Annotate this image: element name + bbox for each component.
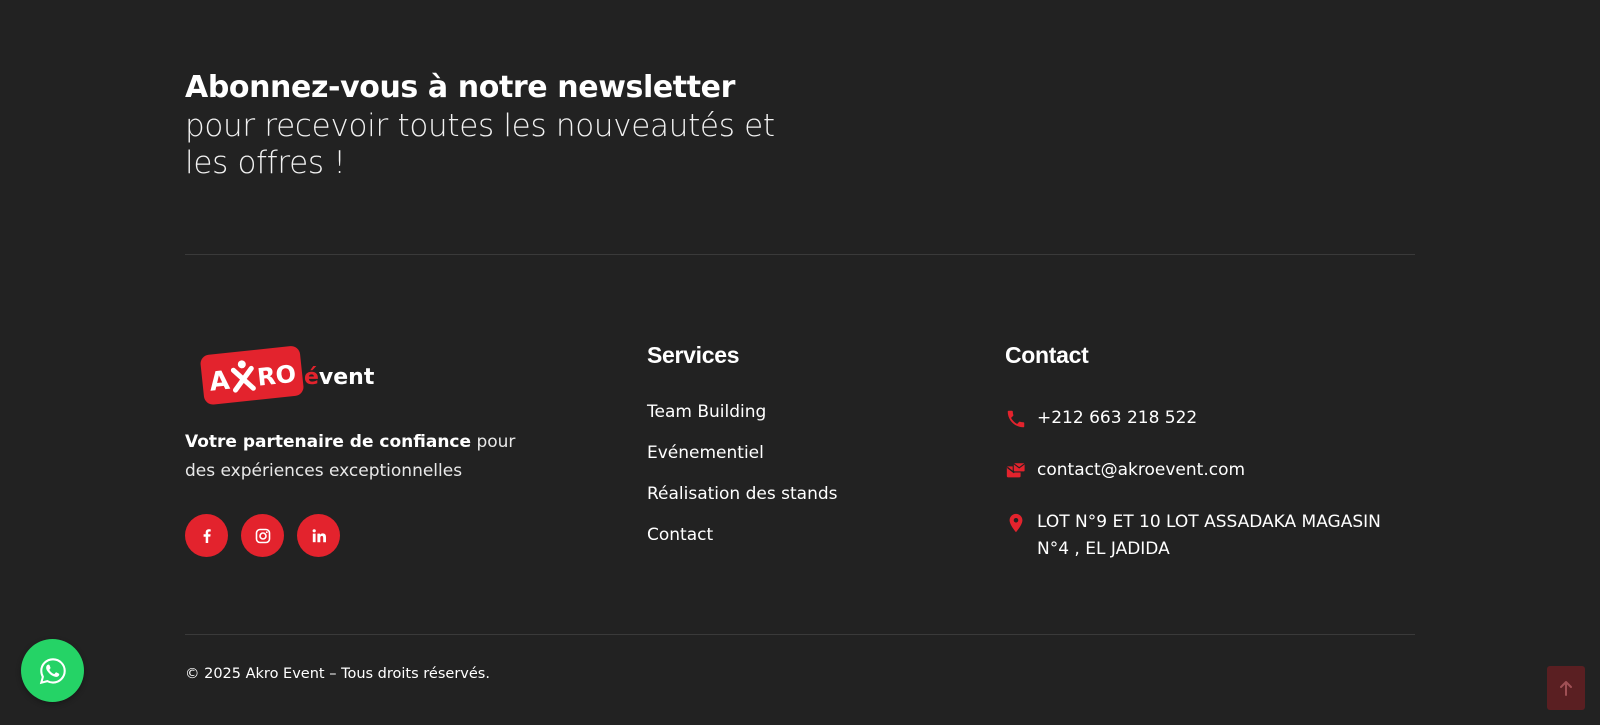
brand-tagline: Votre partenaire de confiance pour des e… [185, 428, 545, 486]
contact-email[interactable]: contact@akroevent.com [1005, 460, 1245, 484]
services-link-contact[interactable]: Contact [647, 523, 838, 564]
facebook-button[interactable] [185, 514, 228, 557]
instagram-icon [255, 528, 270, 543]
services-link-team-building[interactable]: Team Building [647, 400, 838, 441]
phone-icon [1007, 410, 1025, 428]
svg-text:RO: RO [256, 360, 298, 392]
arrow-up-icon [1560, 681, 1572, 696]
services-link-evenementiel[interactable]: Evénementiel [647, 441, 838, 482]
services-link-stands[interactable]: Réalisation des stands [647, 482, 838, 523]
tagline-bold: Votre partenaire de confiance [185, 432, 472, 452]
phone-number: +212 663 218 522 [1037, 408, 1198, 428]
copyright-text: © 2025 Akro Event – Tous droits réservés… [185, 666, 490, 682]
linkedin-icon [312, 528, 326, 542]
linkedin-button[interactable] [297, 514, 340, 557]
logo-mark: A RO évent [200, 346, 375, 405]
akro-event-logo[interactable]: A RO évent [200, 340, 380, 410]
facebook-icon [203, 528, 211, 543]
contact-address: LOT N°9 ET 10 LOT ASSADAKA MAGASIN N°4 ,… [1005, 512, 1405, 563]
services-title: Services [647, 342, 740, 368]
divider [185, 254, 1415, 255]
newsletter-subtitle: pour recevoir toutes les nouveautés et l… [185, 108, 775, 181]
newsletter-title: Abonnez-vous à notre newsletter [185, 70, 736, 105]
map-pin-icon [1009, 513, 1023, 533]
email-address: contact@akroevent.com [1037, 460, 1246, 480]
services-list: Team Building Evénementiel Réalisation d… [647, 400, 838, 564]
scroll-to-top-button[interactable] [1547, 666, 1585, 710]
instagram-button[interactable] [241, 514, 284, 557]
svg-text:évent: évent [304, 365, 375, 390]
email-icon [1006, 462, 1026, 478]
contact-title: Contact [1005, 342, 1089, 368]
contact-phone[interactable]: +212 663 218 522 [1005, 408, 1197, 432]
address-text: LOT N°9 ET 10 LOT ASSADAKA MAGASIN N°4 ,… [1037, 512, 1381, 559]
footer-divider [185, 634, 1415, 635]
whatsapp-icon [39, 657, 66, 684]
whatsapp-button[interactable] [21, 639, 84, 702]
svg-text:A: A [208, 366, 231, 398]
social-links [185, 514, 340, 557]
